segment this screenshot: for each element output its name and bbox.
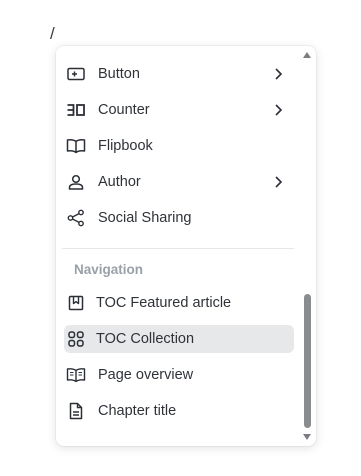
- bookmark-icon: [66, 293, 86, 313]
- scrollbar[interactable]: [302, 46, 312, 446]
- menu-divider: [62, 248, 294, 249]
- grid-icon: [66, 329, 86, 349]
- menu-item-counter[interactable]: Counter: [64, 96, 294, 124]
- slash-command-menu: Button Counter Flipbook Author Social Sh…: [56, 46, 316, 446]
- menu-item-label: Social Sharing: [98, 210, 192, 226]
- menu-item-label: Chapter title: [98, 403, 177, 419]
- chevron-right-icon: [270, 102, 286, 118]
- button-icon: [66, 64, 86, 84]
- chevron-right-icon: [270, 66, 286, 82]
- chevron-right-icon: [270, 174, 286, 190]
- menu-item-chapter-title[interactable]: Chapter title: [64, 397, 294, 425]
- scroll-up-arrow-icon[interactable]: [302, 50, 312, 60]
- menu-item-label: TOC Featured article: [96, 295, 232, 311]
- scrollbar-thumb[interactable]: [304, 294, 311, 428]
- counter-icon: [66, 100, 86, 120]
- book-open-icon: [66, 136, 86, 156]
- open-book-lines-icon: [66, 365, 86, 385]
- section-title-navigation: Navigation: [74, 262, 144, 277]
- menu-item-page-overview[interactable]: Page overview: [64, 361, 294, 389]
- menu-item-toc-collection[interactable]: TOC Collection: [64, 325, 294, 353]
- user-icon: [66, 172, 86, 192]
- share-icon: [66, 208, 86, 228]
- menu-item-label: TOC Collection: [96, 331, 195, 347]
- menu-item-label: Author: [98, 174, 141, 190]
- menu-item-label: Button: [98, 66, 140, 82]
- menu-item-author[interactable]: Author: [64, 168, 294, 196]
- menu-item-toc-featured-article[interactable]: TOC Featured article: [64, 289, 294, 317]
- menu-item-button[interactable]: Button: [64, 60, 294, 88]
- document-icon: [66, 401, 86, 421]
- scroll-down-arrow-icon[interactable]: [302, 432, 312, 442]
- menu-item-label: Counter: [98, 102, 150, 118]
- slash-command-trigger: /: [50, 24, 55, 43]
- menu-item-flipbook[interactable]: Flipbook: [64, 132, 294, 160]
- menu-item-social-sharing[interactable]: Social Sharing: [64, 204, 294, 232]
- menu-item-label: Flipbook: [98, 138, 153, 154]
- menu-item-label: Page overview: [98, 367, 194, 383]
